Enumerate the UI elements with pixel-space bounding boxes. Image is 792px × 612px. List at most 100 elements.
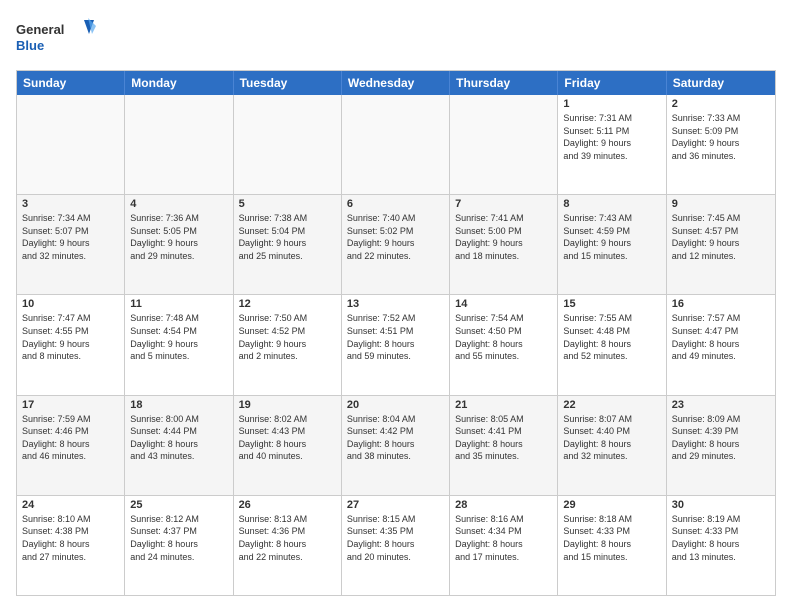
day-info: Sunrise: 7:50 AM Sunset: 4:52 PM Dayligh… xyxy=(239,312,336,362)
day-number: 10 xyxy=(22,298,119,310)
day-number: 12 xyxy=(239,298,336,310)
cal-cell-r3-c2: 19 Sunrise: 8:02 AM Sunset: 4:43 PM Dayli… xyxy=(234,396,342,495)
svg-text:Blue: Blue xyxy=(16,38,44,53)
day-number: 22 xyxy=(563,399,660,411)
day-number: 20 xyxy=(347,399,444,411)
day-number: 11 xyxy=(130,298,227,310)
day-number: 29 xyxy=(563,499,660,511)
day-info: Sunrise: 8:07 AM Sunset: 4:40 PM Dayligh… xyxy=(563,413,660,463)
cal-cell-r4-c1: 25 Sunrise: 8:12 AM Sunset: 4:37 PM Dayli… xyxy=(125,496,233,595)
day-number: 14 xyxy=(455,298,552,310)
day-info: Sunrise: 8:05 AM Sunset: 4:41 PM Dayligh… xyxy=(455,413,552,463)
cal-cell-r4-c4: 28 Sunrise: 8:16 AM Sunset: 4:34 PM Dayli… xyxy=(450,496,558,595)
day-info: Sunrise: 7:41 AM Sunset: 5:00 PM Dayligh… xyxy=(455,212,552,262)
cal-cell-r2-c3: 13Sunrise: 7:52 AM Sunset: 4:51 PM Dayli… xyxy=(342,295,450,394)
day-info: Sunrise: 7:43 AM Sunset: 4:59 PM Dayligh… xyxy=(563,212,660,262)
day-number: 23 xyxy=(672,399,770,411)
day-info: Sunrise: 8:18 AM Sunset: 4:33 PM Dayligh… xyxy=(563,513,660,563)
day-info: Sunrise: 8:16 AM Sunset: 4:34 PM Dayligh… xyxy=(455,513,552,563)
day-info: Sunrise: 8:19 AM Sunset: 4:33 PM Dayligh… xyxy=(672,513,770,563)
cal-cell-r4-c3: 27 Sunrise: 8:15 AM Sunset: 4:35 PM Dayli… xyxy=(342,496,450,595)
cal-cell-r2-c4: 14 Sunrise: 7:54 AM Sunset: 4:50 PM Dayli… xyxy=(450,295,558,394)
cal-cell-r4-c2: 26Sunrise: 8:13 AM Sunset: 4:36 PM Dayli… xyxy=(234,496,342,595)
cal-cell-r3-c1: 18 Sunrise: 8:00 AM Sunset: 4:44 PM Dayli… xyxy=(125,396,233,495)
day-number: 5 xyxy=(239,198,336,210)
cal-cell-r1-c2: 5Sunrise: 7:38 AM Sunset: 5:04 PM Daylig… xyxy=(234,195,342,294)
cal-cell-r2-c1: 11 Sunrise: 7:48 AM Sunset: 4:54 PM Dayli… xyxy=(125,295,233,394)
cal-cell-r1-c3: 6Sunrise: 7:40 AM Sunset: 5:02 PM Daylig… xyxy=(342,195,450,294)
cal-cell-r3-c0: 17Sunrise: 7:59 AM Sunset: 4:46 PM Dayli… xyxy=(17,396,125,495)
cal-row-4: 24Sunrise: 8:10 AM Sunset: 4:38 PM Dayli… xyxy=(17,495,775,595)
day-info: Sunrise: 8:04 AM Sunset: 4:42 PM Dayligh… xyxy=(347,413,444,463)
day-info: Sunrise: 7:55 AM Sunset: 4:48 PM Dayligh… xyxy=(563,312,660,362)
header-sunday: Sunday xyxy=(17,71,125,95)
header-monday: Monday xyxy=(125,71,233,95)
header-tuesday: Tuesday xyxy=(234,71,342,95)
day-number: 2 xyxy=(672,98,770,110)
day-number: 1 xyxy=(563,98,660,110)
day-info: Sunrise: 7:47 AM Sunset: 4:55 PM Dayligh… xyxy=(22,312,119,362)
header-friday: Friday xyxy=(558,71,666,95)
day-info: Sunrise: 7:45 AM Sunset: 4:57 PM Dayligh… xyxy=(672,212,770,262)
day-info: Sunrise: 8:09 AM Sunset: 4:39 PM Dayligh… xyxy=(672,413,770,463)
day-number: 16 xyxy=(672,298,770,310)
cal-cell-r0-c0 xyxy=(17,95,125,194)
logo: General Blue xyxy=(16,16,96,60)
day-number: 3 xyxy=(22,198,119,210)
cal-cell-r3-c6: 23 Sunrise: 8:09 AM Sunset: 4:39 PM Dayli… xyxy=(667,396,775,495)
cal-row-0: 1 Sunrise: 7:31 AM Sunset: 5:11 PM Daylig… xyxy=(17,95,775,194)
day-number: 9 xyxy=(672,198,770,210)
day-number: 17 xyxy=(22,399,119,411)
cal-cell-r3-c3: 20 Sunrise: 8:04 AM Sunset: 4:42 PM Dayli… xyxy=(342,396,450,495)
cal-cell-r0-c2 xyxy=(234,95,342,194)
page: General Blue Sunday Monday Tuesday Wedne… xyxy=(0,0,792,612)
cal-cell-r0-c4 xyxy=(450,95,558,194)
cal-cell-r3-c5: 22 Sunrise: 8:07 AM Sunset: 4:40 PM Dayli… xyxy=(558,396,666,495)
day-number: 27 xyxy=(347,499,444,511)
day-info: Sunrise: 8:00 AM Sunset: 4:44 PM Dayligh… xyxy=(130,413,227,463)
header-wednesday: Wednesday xyxy=(342,71,450,95)
day-info: Sunrise: 8:02 AM Sunset: 4:43 PM Dayligh… xyxy=(239,413,336,463)
header-thursday: Thursday xyxy=(450,71,558,95)
cal-row-2: 10 Sunrise: 7:47 AM Sunset: 4:55 PM Dayli… xyxy=(17,294,775,394)
day-info: Sunrise: 7:33 AM Sunset: 5:09 PM Dayligh… xyxy=(672,112,770,162)
logo-icon: General Blue xyxy=(16,16,96,60)
cal-cell-r1-c0: 3Sunrise: 7:34 AM Sunset: 5:07 PM Daylig… xyxy=(17,195,125,294)
svg-text:General: General xyxy=(16,22,64,37)
cal-cell-r2-c2: 12 Sunrise: 7:50 AM Sunset: 4:52 PM Dayli… xyxy=(234,295,342,394)
day-number: 19 xyxy=(239,399,336,411)
cal-cell-r2-c0: 10 Sunrise: 7:47 AM Sunset: 4:55 PM Dayli… xyxy=(17,295,125,394)
day-info: Sunrise: 7:36 AM Sunset: 5:05 PM Dayligh… xyxy=(130,212,227,262)
day-number: 25 xyxy=(130,499,227,511)
day-number: 6 xyxy=(347,198,444,210)
cal-row-1: 3Sunrise: 7:34 AM Sunset: 5:07 PM Daylig… xyxy=(17,194,775,294)
day-info: Sunrise: 7:48 AM Sunset: 4:54 PM Dayligh… xyxy=(130,312,227,362)
day-number: 15 xyxy=(563,298,660,310)
day-info: Sunrise: 8:10 AM Sunset: 4:38 PM Dayligh… xyxy=(22,513,119,563)
cal-cell-r4-c0: 24Sunrise: 8:10 AM Sunset: 4:38 PM Dayli… xyxy=(17,496,125,595)
day-number: 4 xyxy=(130,198,227,210)
day-number: 18 xyxy=(130,399,227,411)
day-number: 30 xyxy=(672,499,770,511)
cal-cell-r2-c6: 16Sunrise: 7:57 AM Sunset: 4:47 PM Dayli… xyxy=(667,295,775,394)
cal-cell-r4-c5: 29 Sunrise: 8:18 AM Sunset: 4:33 PM Dayli… xyxy=(558,496,666,595)
day-info: Sunrise: 8:13 AM Sunset: 4:36 PM Dayligh… xyxy=(239,513,336,563)
cal-cell-r0-c5: 1 Sunrise: 7:31 AM Sunset: 5:11 PM Daylig… xyxy=(558,95,666,194)
day-number: 8 xyxy=(563,198,660,210)
cal-cell-r1-c1: 4 Sunrise: 7:36 AM Sunset: 5:05 PM Daylig… xyxy=(125,195,233,294)
day-info: Sunrise: 8:12 AM Sunset: 4:37 PM Dayligh… xyxy=(130,513,227,563)
day-number: 28 xyxy=(455,499,552,511)
day-number: 7 xyxy=(455,198,552,210)
cal-cell-r0-c6: 2 Sunrise: 7:33 AM Sunset: 5:09 PM Daylig… xyxy=(667,95,775,194)
calendar: Sunday Monday Tuesday Wednesday Thursday… xyxy=(16,70,776,596)
cal-cell-r4-c6: 30 Sunrise: 8:19 AM Sunset: 4:33 PM Dayli… xyxy=(667,496,775,595)
day-info: Sunrise: 7:54 AM Sunset: 4:50 PM Dayligh… xyxy=(455,312,552,362)
header-saturday: Saturday xyxy=(667,71,775,95)
day-info: Sunrise: 7:31 AM Sunset: 5:11 PM Dayligh… xyxy=(563,112,660,162)
cal-cell-r0-c3 xyxy=(342,95,450,194)
calendar-header: Sunday Monday Tuesday Wednesday Thursday… xyxy=(17,71,775,95)
day-info: Sunrise: 8:15 AM Sunset: 4:35 PM Dayligh… xyxy=(347,513,444,563)
cal-row-3: 17Sunrise: 7:59 AM Sunset: 4:46 PM Dayli… xyxy=(17,395,775,495)
day-number: 13 xyxy=(347,298,444,310)
cal-cell-r1-c6: 9 Sunrise: 7:45 AM Sunset: 4:57 PM Daylig… xyxy=(667,195,775,294)
